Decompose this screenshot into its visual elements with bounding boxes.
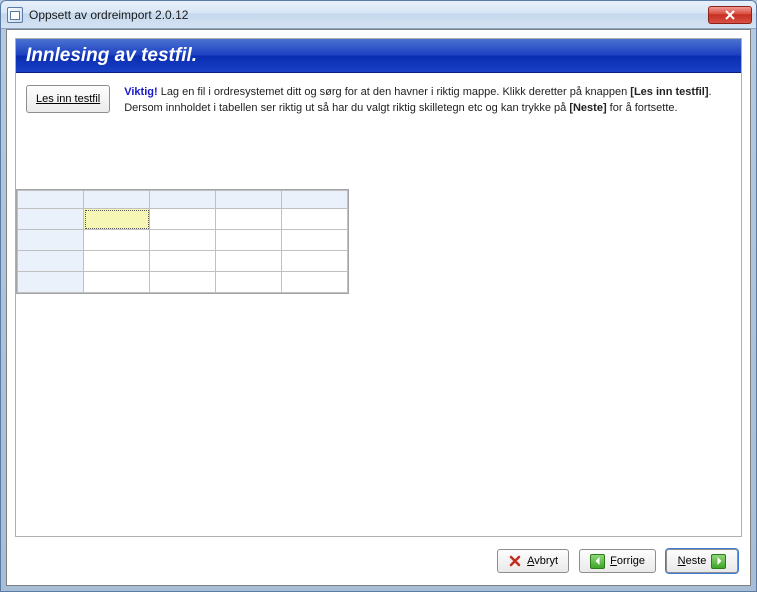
info-part-a: Lag en fil i ordresystemet ditt og sørg … bbox=[158, 86, 631, 98]
grid-col-header[interactable] bbox=[150, 191, 216, 209]
titlebar[interactable]: Oppsett av ordreimport 2.0.12 bbox=[1, 1, 756, 29]
grid-col-header[interactable] bbox=[18, 191, 84, 209]
arrow-left-icon bbox=[590, 554, 605, 569]
wizard-title: Innlesing av testfil. bbox=[26, 45, 197, 67]
close-button[interactable] bbox=[708, 6, 752, 24]
cancel-label: Avbryt bbox=[527, 555, 558, 567]
app-icon bbox=[7, 7, 23, 23]
window-frame: Oppsett av ordreimport 2.0.12 Innlesing … bbox=[0, 0, 757, 592]
grid-cell[interactable] bbox=[18, 272, 84, 293]
preview-grid[interactable] bbox=[16, 189, 349, 294]
grid-cell[interactable] bbox=[282, 230, 348, 251]
grid-cell[interactable] bbox=[150, 272, 216, 293]
window-title: Oppsett av ordreimport 2.0.12 bbox=[29, 8, 702, 22]
info-part-b: [Les inn testfil] bbox=[630, 86, 708, 98]
grid-cell[interactable] bbox=[282, 209, 348, 230]
grid-cell[interactable] bbox=[216, 230, 282, 251]
next-label: Neste bbox=[678, 555, 707, 567]
grid-cell[interactable] bbox=[216, 209, 282, 230]
cancel-icon bbox=[508, 554, 522, 568]
info-important: Viktig! bbox=[124, 86, 157, 98]
info-part-d: [Neste] bbox=[569, 102, 606, 114]
grid-cell[interactable] bbox=[282, 251, 348, 272]
load-testfile-label: Les inn testfil bbox=[36, 93, 100, 105]
wizard-banner: Innlesing av testfil. bbox=[16, 39, 741, 73]
grid-row bbox=[18, 272, 348, 293]
grid-cell[interactable] bbox=[18, 251, 84, 272]
grid-row bbox=[18, 230, 348, 251]
content-area: Innlesing av testfil. Les inn testfil Vi… bbox=[6, 29, 751, 586]
info-text: Viktig! Lag en fil i ordresystemet ditt … bbox=[124, 85, 731, 117]
info-part-e: for å fortsette. bbox=[607, 102, 678, 114]
arrow-right-icon bbox=[711, 554, 726, 569]
grid-row bbox=[18, 209, 348, 230]
grid-cell[interactable] bbox=[84, 272, 150, 293]
next-button[interactable]: Neste bbox=[666, 549, 738, 573]
grid-col-header[interactable] bbox=[216, 191, 282, 209]
close-icon bbox=[725, 10, 735, 20]
grid-cell[interactable] bbox=[84, 209, 150, 230]
wizard-footer: Avbryt Forrige Neste bbox=[15, 543, 742, 579]
grid-cell[interactable] bbox=[150, 230, 216, 251]
cancel-button[interactable]: Avbryt bbox=[497, 549, 569, 573]
top-content: Les inn testfil Viktig! Lag en fil i ord… bbox=[16, 73, 741, 123]
grid-cell[interactable] bbox=[150, 251, 216, 272]
grid-cell[interactable] bbox=[84, 251, 150, 272]
load-testfile-button[interactable]: Les inn testfil bbox=[26, 85, 110, 113]
previous-button[interactable]: Forrige bbox=[579, 549, 656, 573]
grid-cell[interactable] bbox=[150, 209, 216, 230]
grid-col-header[interactable] bbox=[282, 191, 348, 209]
grid-cell[interactable] bbox=[282, 272, 348, 293]
grid-cell[interactable] bbox=[18, 230, 84, 251]
grid-cell[interactable] bbox=[216, 251, 282, 272]
grid-row bbox=[18, 251, 348, 272]
previous-label: Forrige bbox=[610, 555, 645, 567]
grid-cell[interactable] bbox=[18, 209, 84, 230]
wizard-panel: Innlesing av testfil. Les inn testfil Vi… bbox=[15, 38, 742, 537]
grid-cell[interactable] bbox=[216, 272, 282, 293]
grid-header-row bbox=[18, 191, 348, 209]
grid-col-header[interactable] bbox=[84, 191, 150, 209]
grid-cell[interactable] bbox=[84, 230, 150, 251]
